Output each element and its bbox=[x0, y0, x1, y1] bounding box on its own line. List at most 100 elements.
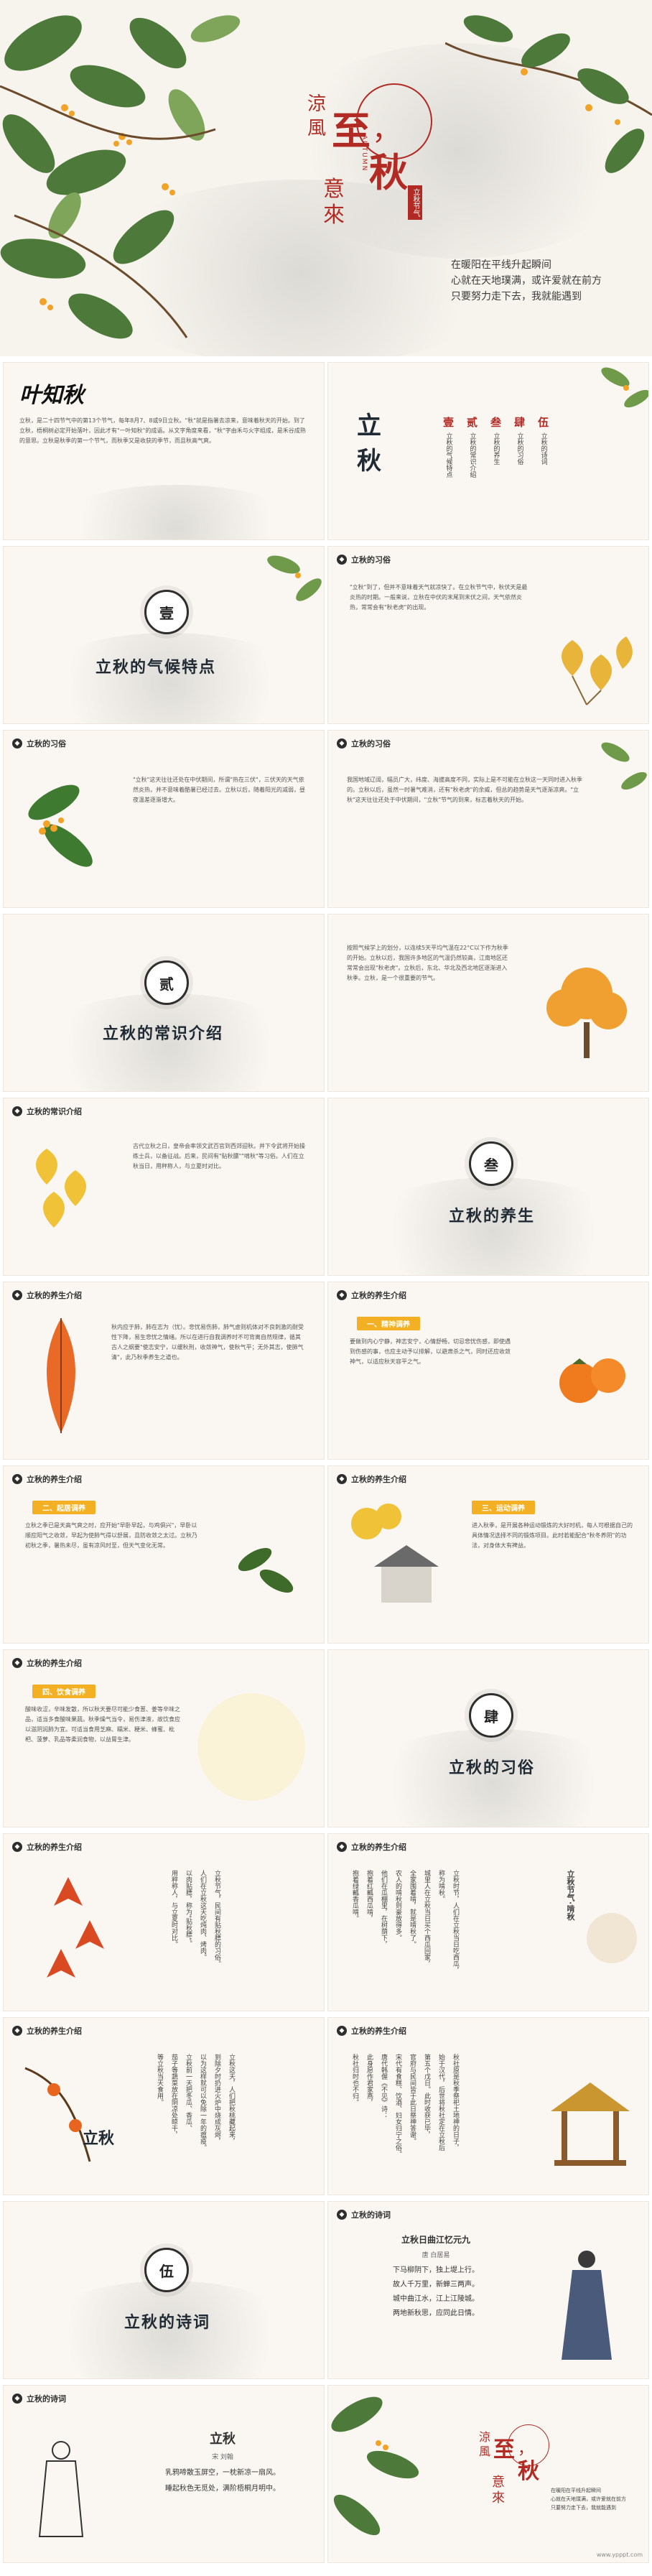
vertical-column: 立秋这天，人们把秋桃藏起来， bbox=[228, 2054, 235, 2144]
slide-custom-3[interactable]: ◆ 立秋的习俗 我国地域辽阔，幅员广大，纬度、海拔高度不同，实际上是不可能在立秋这… bbox=[327, 730, 649, 908]
slide-section-5[interactable]: 伍 立秋的诗词 bbox=[3, 2201, 325, 2379]
red-seal: 立秋节气 bbox=[408, 185, 422, 220]
vertical-text-block: 立秋时节，人们在立秋当日吃西瓜， 称为啃秋。 城里人在立秋当日买个西瓜回家， 全… bbox=[350, 1870, 460, 1973]
toc-item[interactable]: 贰 立秋的常识介绍 bbox=[467, 414, 478, 478]
toc-label: 立秋的气候特点 bbox=[444, 432, 452, 478]
body-text: 我国地域辽阔，幅员广大，纬度、海拔高度不同，实际上是不可能在立秋这一天同时进入秋… bbox=[347, 777, 582, 803]
vertical-column: 城里人在立秋当日买个西瓜回家， bbox=[423, 1870, 430, 1967]
poem-author: 唐 白居易 bbox=[422, 2252, 450, 2259]
header-bullet-icon: ◆ bbox=[337, 555, 347, 565]
toc-calligraphy: 立秋 bbox=[357, 412, 381, 476]
poem-line: 下马柳阴下，独上堤上行。 bbox=[393, 2266, 479, 2274]
vertical-column: 抱着红瓤西瓜啃， bbox=[365, 1870, 373, 1922]
header-bullet-icon: ◆ bbox=[337, 738, 347, 749]
leaf-branch-icon bbox=[601, 367, 648, 408]
slide-health-2[interactable]: ◆ 立秋的养生介绍 一、精神调养 要做到内心宁静，神志安宁，心情舒畅，切忌悲忧伤感… bbox=[327, 1282, 649, 1460]
header-bullet-icon: ◆ bbox=[337, 1290, 347, 1300]
slide-header: ◆ 立秋的习俗 bbox=[337, 738, 391, 749]
slide-knowledge-1[interactable]: 按照气候学上的划分，以连续5天平均气温在22°C以下作为秋季的开始。立秋以后，我… bbox=[327, 914, 649, 1092]
vertical-column: 秋社原是秋季祭祀土地神的日子， bbox=[452, 2054, 459, 2151]
section-number-badge: 壹 bbox=[144, 590, 189, 634]
slide-header: ◆ 立秋的养生介绍 bbox=[337, 1289, 406, 1301]
slide-custom-4[interactable]: ◆ 立秋的养生介绍 立秋节气，民间有贴秋膘的习俗。 人们在立秋这天吃炖肉、烤肉。 … bbox=[3, 1833, 325, 2011]
slide-section-3[interactable]: 叁 立秋的养生 bbox=[327, 1098, 649, 1276]
scholar-figure-icon bbox=[562, 2251, 612, 2360]
slide-health-5[interactable]: ◆ 立秋的养生介绍 四、饮食调养 酸味收涩，辛味发散，所以秋天要尽可能少食葱、姜等… bbox=[3, 1649, 325, 1827]
slide-health-1[interactable]: ◆ 立秋的养生介绍 秋内应于肺，肺在志为（忧）。悲忧易伤肺，肺气虚则机体对不良刺激… bbox=[3, 1282, 325, 1460]
header-bullet-icon: ◆ bbox=[337, 1474, 347, 1484]
slide-table-of-contents[interactable]: 立秋 壹 立秋的气候特点 贰 立秋的常识介绍 叁 立秋的养生 肆 立秋的习俗 伍… bbox=[327, 362, 649, 540]
slide-section-1[interactable]: 壹 立秋的气候特点 bbox=[3, 546, 325, 724]
slide-header: ◆ 立秋的养生介绍 bbox=[337, 1473, 406, 1485]
header-title: 立秋的诗词 bbox=[351, 2210, 391, 2220]
header-title: 立秋的养生介绍 bbox=[351, 1291, 406, 1300]
slide-custom-1[interactable]: ◆ 立秋的习俗 "立秋"到了，但并不意味着天气就凉快了。在立秋节气中，秋伏天是最炎… bbox=[327, 546, 649, 724]
title-char: 秋 bbox=[369, 149, 408, 195]
slide-custom-2[interactable]: ◆ 立秋的习俗 "立秋"这天往往还处在中伏期间，所谓"热在三伏"，三伏天的天气依然… bbox=[3, 730, 325, 908]
slide-health-3[interactable]: ◆ 立秋的养生介绍 二、起居调养 立秋之季已是天高气爽之时，应开始"早卧早起，与鸡… bbox=[3, 1465, 325, 1644]
body-text: 进入秋季，是开展各种运动锻炼的大好时机，每人可根据自己的具体情况选择不同的锻炼项… bbox=[472, 1522, 633, 1549]
poem-line: 故人千万里，新蝉三两声。 bbox=[393, 2281, 479, 2289]
slide-poem-2[interactable]: ◆ 立秋的诗词 立秋 宋 刘翰 乳鸦啼散玉屏空，一枕新凉一扇风。 睡起秋色无觅处，… bbox=[3, 2385, 325, 2563]
slide-grid: 叶知秋 立秋，是二十四节气中的第13个节气，每年8月7、8或9日立秋。"秋"就是… bbox=[0, 356, 652, 2563]
body-text: 要做到内心宁静，神志安宁，心情舒畅，切忌悲忧伤感，即使遇到伤感的事，也应主动予以… bbox=[350, 1338, 511, 1365]
slide-header: ◆ 立秋的养生介绍 bbox=[337, 2025, 406, 2037]
slide-section-2[interactable]: 贰 立秋的常识介绍 bbox=[3, 914, 325, 1092]
section-title: 立秋的习俗 bbox=[449, 1759, 536, 1777]
vertical-column: 称为啃秋。 bbox=[437, 1870, 444, 1902]
cover-line: 在暖阳在平线升起瞬间 bbox=[451, 259, 551, 271]
slide-knowledge-2[interactable]: ◆ 立秋的常识介绍 古代立秋之日，皇帝会率领文武百官到西郊迎秋。并下令武将开始操练… bbox=[3, 1098, 325, 1276]
ending-line: 在暖阳在平线升起瞬间 bbox=[551, 2488, 601, 2493]
slide-header: ◆ 立秋的诗词 bbox=[337, 2209, 391, 2220]
vertical-column: 官府与民间皆于此日祭神答谢。 bbox=[409, 2054, 416, 2144]
slide-header: ◆ 立秋的养生介绍 bbox=[12, 1841, 82, 1853]
vertical-column: 立秋前一天把冬瓜、香瓜、 bbox=[185, 2054, 192, 2131]
slide-poem-1[interactable]: ◆ 立秋的诗词 立秋日曲江忆元九 唐 白居易 下马柳阴下，独上堤上行。 故人千万里… bbox=[327, 2201, 649, 2379]
toc-label: 立秋的诗词 bbox=[539, 432, 547, 465]
poem-line: 两地新秋思，应同此日情。 bbox=[393, 2309, 479, 2317]
vertical-column: 秋社归时也不归。 bbox=[351, 2054, 358, 2105]
ending-title-block: 涼 風 至 ， 秋 意 來 bbox=[479, 2422, 579, 2529]
toc-number: 伍 bbox=[538, 416, 549, 429]
slide-header: ◆ 立秋的诗词 bbox=[12, 2393, 66, 2404]
section-number-badge: 贰 bbox=[144, 960, 189, 1005]
slide-header: ◆ 立秋的常识介绍 bbox=[12, 1106, 82, 1117]
toc-item[interactable]: 肆 立秋的习俗 bbox=[514, 414, 525, 478]
header-bullet-icon: ◆ bbox=[12, 1842, 22, 1852]
vertical-column: 宋代有食糕、饮酒、妇女归宁之俗。 bbox=[394, 2054, 401, 2157]
topic-pill: 三、运动调养 bbox=[472, 1501, 535, 1514]
header-title: 立秋的养生介绍 bbox=[27, 1659, 82, 1668]
vertical-text-block: 立秋这天，人们把秋桃藏起来， 到除夕时扔进火炉中烧成灰烬， 以为这样就可以免除一… bbox=[154, 2054, 236, 2151]
slide-custom-6[interactable]: ◆ 立秋的养生介绍 立秋 立秋这天，人们把秋桃藏起来， 到除夕时扔进火炉中烧成灰烬… bbox=[3, 2017, 325, 2195]
slide-custom-7[interactable]: ◆ 立秋的养生介绍 秋社原是秋季祭祀土地神的日子， 始于汉代，后世将秋社定在立秋后… bbox=[327, 2017, 649, 2195]
slide-intro[interactable]: 叶知秋 立秋，是二十四节气中的第13个节气，每年8月7、8或9日立秋。"秋"就是… bbox=[3, 362, 325, 540]
toc-item[interactable]: 叁 立秋的养生 bbox=[490, 414, 501, 478]
toc-list: 壹 立秋的气候特点 贰 立秋的常识介绍 叁 立秋的养生 肆 立秋的习俗 伍 立秋… bbox=[443, 414, 549, 478]
header-title: 立秋的养生介绍 bbox=[27, 2026, 82, 2036]
toc-label: 立秋的习俗 bbox=[516, 432, 523, 465]
header-bullet-icon: ◆ bbox=[12, 1474, 22, 1484]
vertical-text-block: 秋社原是秋季祭祀土地神的日子， 始于汉代，后世将秋社定在立秋后 第五个戊日。此时… bbox=[350, 2054, 460, 2157]
toc-item[interactable]: 伍 立秋的诗词 bbox=[538, 414, 549, 478]
ginkgo-leaves-icon bbox=[562, 636, 633, 705]
tea-sprig-icon bbox=[238, 1547, 294, 1593]
body-text: "立秋"这天往往还处在中伏期间，所谓"热在三伏"，三伏天的天气依然炎热，并不意味… bbox=[133, 777, 305, 803]
slide-custom-5[interactable]: ◆ 立秋的养生介绍 立秋节气·啃秋 立秋时节，人们在立秋当日吃西瓜， 称为啃秋。 … bbox=[327, 1833, 649, 2011]
header-title: 立秋的养生介绍 bbox=[27, 1291, 82, 1300]
section-title: 立秋的气候特点 bbox=[96, 659, 217, 677]
toc-item[interactable]: 壹 立秋的气候特点 bbox=[443, 414, 454, 478]
ending-line: 心就在天地璞满，或许爱就在前方 bbox=[551, 2496, 626, 2502]
osmanthus-branch-illustration bbox=[445, 15, 652, 173]
vertical-text-block: 立秋节气，民间有贴秋膘的习俗。 人们在立秋这天吃炖肉、烤肉。 以肉贴膘，称为"贴… bbox=[169, 1870, 222, 1967]
calligraphy-seal: 立秋 bbox=[83, 2129, 115, 2148]
title-char: 至 bbox=[493, 2437, 515, 2463]
toc-number: 肆 bbox=[514, 416, 526, 429]
poem-line: 城中曲江水，江上江陵城。 bbox=[393, 2295, 479, 2303]
header-bullet-icon: ◆ bbox=[12, 2026, 22, 2036]
vertical-column: 此身愿作君家燕， bbox=[365, 2054, 373, 2105]
vertical-column: 第五个戊日。此时收获已毕， bbox=[423, 2054, 430, 2138]
slide-ending[interactable]: 涼 風 至 ， 秋 意 來 在暖阳在平线升起瞬间 心就在天地璞满，或许爱就在前方… bbox=[327, 2385, 649, 2563]
slide-health-4[interactable]: ◆ 立秋的养生介绍 三、运动调养 进入秋季，是开展各种运动锻炼的大好时机，每人可根… bbox=[327, 1465, 649, 1644]
slide-section-4[interactable]: 肆 立秋的习俗 bbox=[327, 1649, 649, 1827]
cover-subtitle: 在暖阳在平线升起瞬间 心就在天地璞满，或许爱就在前方 只要努力走下去，我就能遇到 bbox=[451, 257, 602, 305]
